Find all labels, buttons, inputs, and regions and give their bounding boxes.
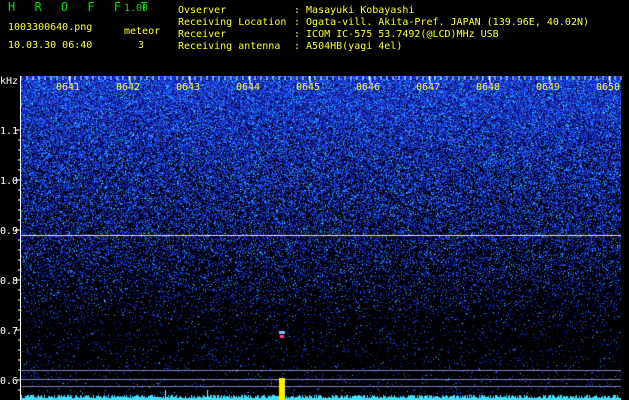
time-label: 0643 — [176, 82, 200, 93]
y-tick-label: 1.0 — [0, 176, 18, 187]
y-tick-label: 0.6 — [0, 376, 18, 387]
time-label: 0650 — [596, 82, 620, 93]
time-label: 0649 — [536, 82, 560, 93]
time-label: 0642 — [116, 82, 140, 93]
spectrogram-axes: kHz 1.1 1.0 0.9 0.8 0.7 0.6 0641 0642 0643 0644 064… — [0, 76, 622, 400]
y-tick-label: 0.8 — [0, 276, 18, 287]
y-tick-label: 0.7 — [0, 326, 18, 337]
y-unit-label: kHz — [0, 76, 18, 87]
time-label: 0645 — [296, 82, 320, 93]
time-label: 0641 — [56, 82, 80, 93]
time-label: 0644 — [236, 82, 260, 93]
y-tick-label: 0.9 — [0, 226, 18, 237]
time-label: 0646 — [356, 82, 380, 93]
time-label: 0648 — [476, 82, 500, 93]
time-label: 0647 — [416, 82, 440, 93]
y-tick-label: 1.1 — [0, 126, 18, 137]
